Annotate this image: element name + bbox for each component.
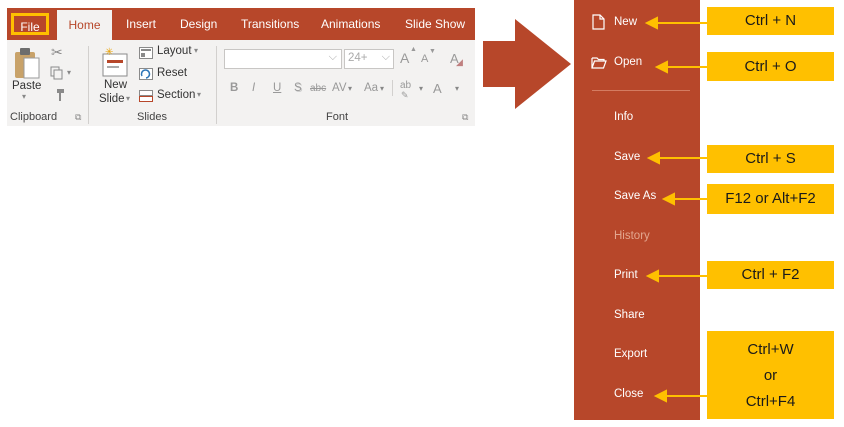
- shortcut-print: Ctrl + F2: [707, 261, 834, 289]
- shortcut-close-line1: Ctrl+W: [747, 341, 794, 358]
- shortcut-close: Ctrl+W or Ctrl+F4: [707, 331, 834, 419]
- shortcut-close-line2: or: [763, 367, 778, 384]
- shortcut-new: Ctrl + N: [707, 7, 834, 35]
- shortcut-save-as: F12 or Alt+F2: [707, 184, 834, 214]
- shortcut-open: Ctrl + O: [707, 52, 834, 81]
- shortcut-save: Ctrl + S: [707, 145, 834, 173]
- shortcut-close-line3: Ctrl+F4: [745, 393, 796, 410]
